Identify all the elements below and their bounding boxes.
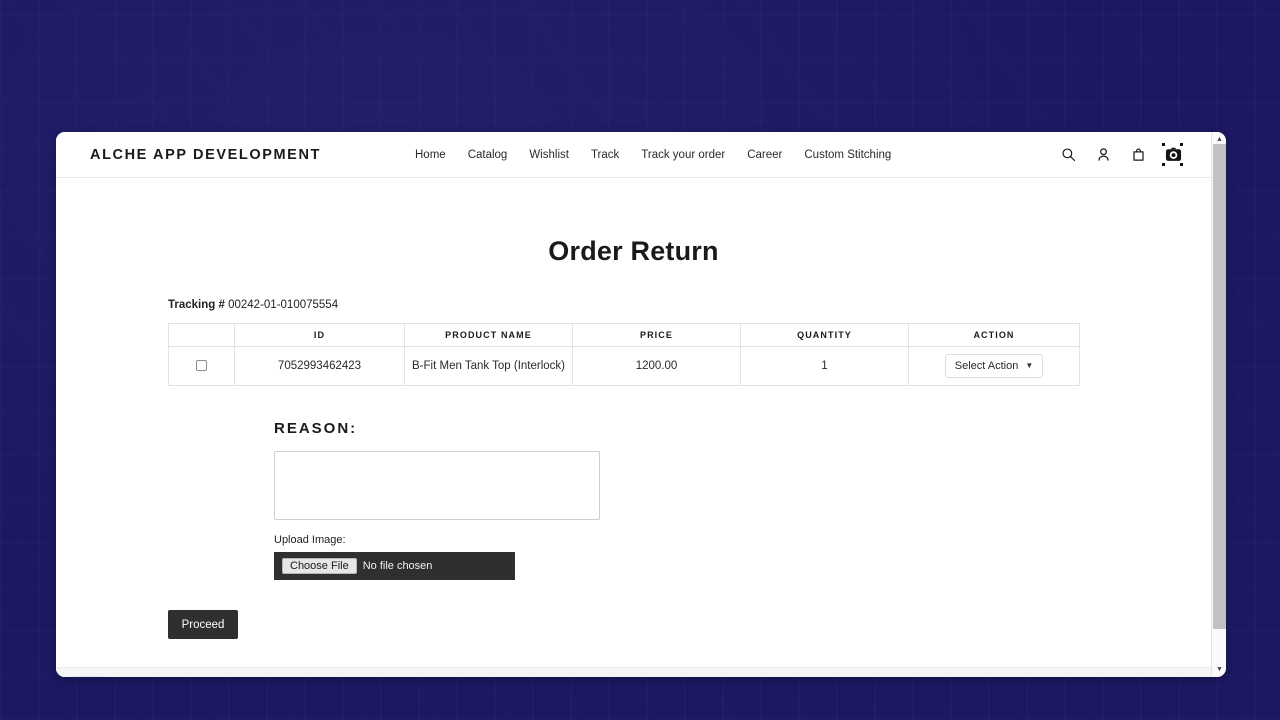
cell-quantity: 1	[740, 346, 909, 386]
upload-image-file-input[interactable]: Choose File No file chosen	[274, 552, 515, 580]
cell-id: 7052993462423	[234, 346, 405, 386]
order-items-table: ID PRODUCT NAME PRICE QUANTITY ACTION 70…	[168, 323, 1080, 386]
row-select-checkbox[interactable]	[196, 360, 207, 372]
column-header-id: ID	[234, 323, 405, 347]
account-icon[interactable]	[1094, 145, 1113, 164]
site-header: ALCHE APP DEVELOPMENT Home Catalog Wishl…	[56, 132, 1211, 178]
table-row: 7052993462423 B-Fit Men Tank Top (Interl…	[168, 346, 1080, 386]
reason-textarea[interactable]	[274, 451, 600, 520]
page-title: Order Return	[548, 236, 719, 266]
scrollbar-down-arrow-icon[interactable]: ▼	[1212, 662, 1226, 677]
column-header-product-name: PRODUCT NAME	[404, 323, 573, 347]
cell-action: Select Action ▼	[908, 346, 1080, 386]
search-icon[interactable]	[1059, 145, 1078, 164]
footer-logo-placeholder	[70, 676, 104, 677]
cell-select	[168, 346, 235, 386]
table-header-row: ID PRODUCT NAME PRICE QUANTITY ACTION	[168, 323, 1080, 347]
nav-link-custom-stitching[interactable]: Custom Stitching	[804, 149, 891, 161]
page-scrollbar[interactable]: ▲ ▼	[1211, 132, 1226, 677]
nav-link-home[interactable]: Home	[415, 149, 446, 161]
select-action-dropdown[interactable]: Select Action ▼	[944, 354, 1044, 378]
column-header-price: PRICE	[572, 323, 741, 347]
reason-section: REASON: Upload Image: Choose File No fil…	[168, 420, 1099, 580]
upload-image-label: Upload Image:	[274, 534, 346, 546]
column-header-action: ACTION	[908, 323, 1080, 347]
browser-window: ALCHE APP DEVELOPMENT Home Catalog Wishl…	[56, 132, 1226, 677]
choose-file-button[interactable]: Choose File	[282, 558, 357, 574]
tracking-label: Tracking #	[168, 299, 225, 311]
nav-link-catalog[interactable]: Catalog	[468, 149, 508, 161]
page-body: Order Return Tracking # 00242-01-0100755…	[56, 236, 1211, 677]
tracking-number-line: Tracking # 00242-01-010075554	[168, 299, 1099, 311]
browser-viewport: ALCHE APP DEVELOPMENT Home Catalog Wishl…	[56, 132, 1211, 677]
nav-link-wishlist[interactable]: Wishlist	[529, 149, 569, 161]
proceed-button[interactable]: Proceed	[168, 610, 238, 639]
site-footer: Quick links Newsletter	[56, 667, 1211, 677]
file-status-text: No file chosen	[362, 560, 433, 572]
cell-product-name: B-Fit Men Tank Top (Interlock)	[404, 346, 573, 386]
cell-price: 1200.00	[572, 346, 741, 386]
header-icon-group	[1059, 143, 1183, 166]
camera-icon[interactable]	[1162, 143, 1183, 166]
nav-link-career[interactable]: Career	[747, 149, 782, 161]
nav-link-track-your-order[interactable]: Track your order	[641, 149, 725, 161]
nav-link-track[interactable]: Track	[591, 149, 619, 161]
column-header-quantity: QUANTITY	[740, 323, 909, 347]
shopping-bag-icon[interactable]	[1129, 145, 1148, 164]
site-logo[interactable]: ALCHE APP DEVELOPMENT	[90, 147, 321, 163]
page-content: Tracking # 00242-01-010075554 ID PRODUCT…	[56, 299, 1211, 639]
scrollbar-thumb[interactable]	[1213, 144, 1226, 629]
select-action-label: Select Action	[954, 360, 1019, 372]
tracking-value: 00242-01-010075554	[228, 299, 339, 311]
reason-label: REASON:	[274, 420, 358, 437]
chevron-down-icon: ▼	[1025, 361, 1034, 370]
footer-columns: Quick links Newsletter	[168, 668, 1099, 677]
column-header-select	[168, 323, 235, 347]
main-navigation: Home Catalog Wishlist Track Track your o…	[415, 149, 891, 161]
